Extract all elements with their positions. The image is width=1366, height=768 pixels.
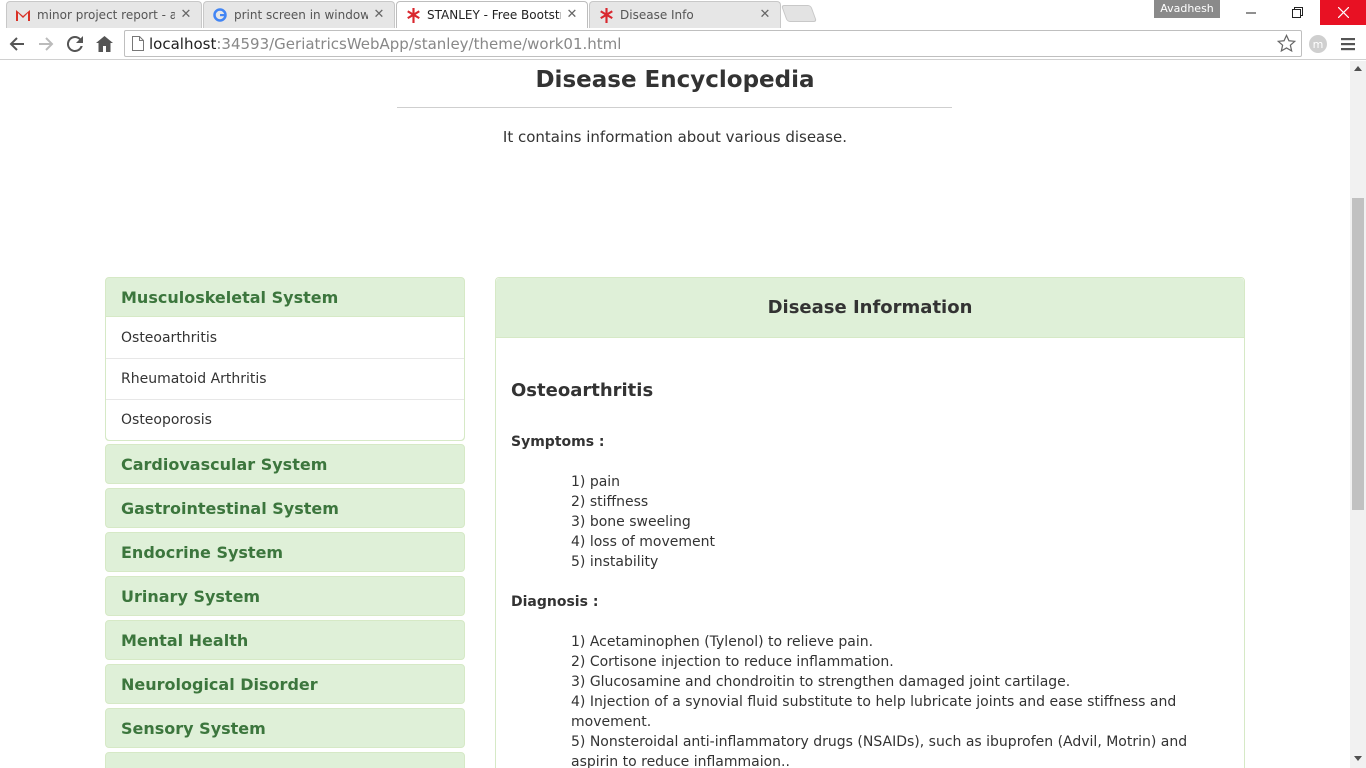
title-divider [397, 107, 952, 108]
close-icon[interactable]: ✕ [758, 8, 772, 22]
page-subtitle: It contains information about various di… [502, 128, 848, 146]
svg-text:m: m [1313, 38, 1324, 51]
category-header[interactable]: Urinary System [106, 577, 464, 615]
close-icon[interactable]: ✕ [179, 8, 193, 22]
url-host: localhost [149, 34, 217, 53]
symptom-item: 2) stiffness [571, 494, 649, 510]
diagnosis-label: Diagnosis : [511, 594, 599, 610]
symptoms-label: Symptoms : [511, 434, 605, 450]
close-icon[interactable]: ✕ [565, 8, 579, 22]
browser-tabstrip: minor project report - ava ✕ print scree… [0, 0, 1366, 28]
profile-badge[interactable]: Avadhesh [1154, 0, 1220, 18]
tab-disease-info[interactable]: Disease Info ✕ [589, 1, 781, 28]
page-scrollbar[interactable] [1350, 61, 1366, 768]
symptoms-list: 1) pain 2) stiffness 3) bone sweeling 4)… [571, 472, 1191, 572]
category-header[interactable]: Sensory System [106, 709, 464, 747]
category-urinary[interactable]: Urinary System [105, 576, 465, 616]
tab-gmail[interactable]: minor project report - ava ✕ [6, 1, 202, 28]
diagnosis-item: 4) Injection of a synovial fluid substit… [571, 694, 1177, 730]
new-tab-button[interactable] [780, 5, 818, 22]
scroll-down-icon[interactable] [1354, 756, 1362, 761]
disease-link-osteoporosis[interactable]: Osteoporosis [106, 399, 464, 440]
address-bar[interactable]: localhost:34593/GeriatricsWebApp/stanley… [124, 30, 1302, 57]
category-cardiovascular[interactable]: Cardiovascular System [105, 444, 465, 484]
bookmark-star-icon[interactable] [1276, 33, 1297, 57]
disease-link-osteoarthritis[interactable]: Osteoarthritis [106, 317, 464, 358]
menu-icon[interactable] [1336, 32, 1360, 56]
window-close-icon[interactable] [1320, 0, 1366, 25]
tab-title: print screen in windows 10 [234, 8, 368, 22]
tab-stanley[interactable]: STANLEY - Free Bootstrap ✕ [396, 1, 588, 28]
diagnosis-item: 2) Cortisone injection to reduce inflamm… [571, 654, 894, 670]
diagnosis-list: 1) Acetaminophen (Tylenol) to relieve pa… [571, 632, 1191, 768]
disease-info-header: Disease Information [496, 278, 1244, 338]
diagnosis-item: 3) Glucosamine and chondroitin to streng… [571, 674, 1071, 690]
page-title: Disease Encyclopedia [535, 67, 815, 93]
tab-title: minor project report - ava [37, 8, 175, 22]
category-header[interactable]: Endocrine System [106, 533, 464, 571]
diagnosis-item: 1) Acetaminophen (Tylenol) to relieve pa… [571, 634, 874, 650]
symptom-item: 3) bone sweeling [571, 514, 691, 530]
medical-icon [598, 7, 614, 23]
category-musculoskeletal: Musculoskeletal System Osteoarthritis Rh… [105, 277, 465, 441]
category-gastrointestinal[interactable]: Gastrointestinal System [105, 488, 465, 528]
category-mental-health[interactable]: Mental Health [105, 620, 465, 660]
disease-link-rheumatoid-arthritis[interactable]: Rheumatoid Arthritis [106, 358, 464, 399]
tab-title: STANLEY - Free Bootstrap [427, 8, 561, 22]
symptom-item: 5) instability [571, 554, 659, 570]
tab-google[interactable]: print screen in windows 10 ✕ [203, 1, 395, 28]
disease-name: Osteoarthritis [511, 380, 654, 401]
category-neurological[interactable]: Neurological Disorder [105, 664, 465, 704]
disease-list: Osteoarthritis Rheumatoid Arthritis Oste… [106, 316, 464, 440]
tab-title: Disease Info [620, 8, 694, 22]
category-header[interactable]: Neurological Disorder [106, 665, 464, 703]
browser-toolbar: localhost:34593/GeriatricsWebApp/stanley… [0, 28, 1366, 60]
page-viewport: Disease Encyclopedia It contains informa… [0, 61, 1350, 768]
category-header[interactable]: Gastrointestinal System [106, 489, 464, 527]
gmail-icon [15, 7, 31, 23]
category-sensory[interactable]: Sensory System [105, 708, 465, 748]
extension-icon[interactable]: m [1306, 32, 1330, 56]
category-partial[interactable] [105, 752, 465, 768]
diagnosis-item: 5) Nonsteroidal anti-inflammatory drugs … [571, 734, 1188, 768]
close-icon[interactable]: ✕ [372, 8, 386, 22]
back-icon[interactable] [5, 32, 29, 56]
category-header[interactable]: Musculoskeletal System [106, 278, 464, 316]
google-icon [212, 7, 228, 23]
symptom-item: 1) pain [571, 474, 621, 490]
category-endocrine[interactable]: Endocrine System [105, 532, 465, 572]
restore-icon[interactable] [1274, 0, 1320, 25]
disease-info-panel: Disease Information Osteoarthritis Sympt… [495, 277, 1245, 768]
home-icon[interactable] [92, 32, 116, 56]
scroll-thumb[interactable] [1352, 198, 1364, 510]
symptom-item: 4) loss of movement [571, 534, 715, 550]
minimize-icon[interactable] [1228, 0, 1274, 25]
category-header[interactable]: Cardiovascular System [106, 445, 464, 483]
scroll-up-icon[interactable] [1354, 66, 1362, 71]
reload-icon[interactable] [63, 32, 87, 56]
forward-icon[interactable] [34, 32, 58, 56]
page-icon [132, 36, 144, 55]
url-path: :34593/GeriatricsWebApp/stanley/theme/wo… [216, 34, 622, 53]
medical-icon [405, 7, 421, 23]
category-header[interactable]: Mental Health [106, 621, 464, 659]
category-header[interactable] [106, 753, 464, 768]
